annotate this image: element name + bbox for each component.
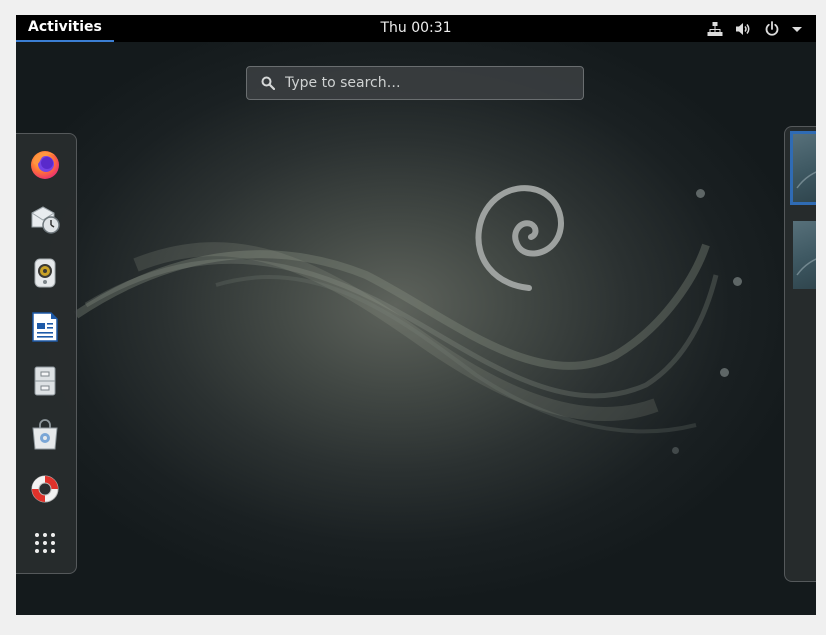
app-grid-icon [35, 533, 55, 553]
wallpaper-dot [696, 189, 705, 198]
dash-panel [16, 133, 77, 574]
lifebuoy-icon [31, 475, 59, 503]
wallpaper-wave-thumb [796, 258, 816, 276]
dash-item-help[interactable] [27, 471, 63, 507]
show-applications-button[interactable] [27, 525, 63, 561]
workspace-switcher [784, 126, 816, 582]
dash-item-evolution[interactable] [27, 201, 63, 237]
dash-item-libreoffice-writer[interactable] [27, 309, 63, 345]
dash-item-software[interactable] [27, 417, 63, 453]
power-icon [765, 20, 779, 36]
file-cabinet-icon [34, 366, 56, 396]
search-input[interactable] [285, 67, 575, 99]
activities-button[interactable]: Activities [16, 15, 114, 42]
clock-display: Thu 00:31 [16, 15, 816, 41]
desktop-screen: Activities Thu 00:31 [16, 15, 816, 615]
network-wired-icon [707, 21, 723, 36]
wallpaper-dot [733, 277, 742, 286]
clock-button[interactable]: Thu 00:31 [380, 20, 451, 36]
wallpaper-waves [73, 242, 719, 434]
document-writer-icon [32, 312, 58, 342]
workspace-thumbnail-2[interactable] [793, 221, 816, 289]
top-bar: Activities Thu 00:31 [16, 15, 816, 42]
volume-icon [736, 22, 750, 35]
dash-item-rhythmbox[interactable] [27, 255, 63, 291]
speaker-icon [34, 258, 56, 288]
wallpaper-wave-thumb [796, 171, 816, 189]
dash-item-files[interactable] [27, 363, 63, 399]
search-icon [261, 76, 275, 90]
wallpaper-dot [720, 368, 729, 377]
wallpaper-dot [672, 447, 679, 454]
workspace-thumbnail-1[interactable] [790, 131, 816, 205]
firefox-icon [31, 151, 59, 179]
menu-arrow-icon [792, 26, 802, 32]
system-status-menu[interactable] [707, 15, 802, 42]
debian-swirl-logo [475, 185, 564, 291]
mail-clock-icon [31, 206, 60, 234]
search-box[interactable] [246, 66, 584, 100]
dash-item-firefox[interactable] [27, 147, 63, 183]
shopping-bag-icon [32, 419, 58, 450]
